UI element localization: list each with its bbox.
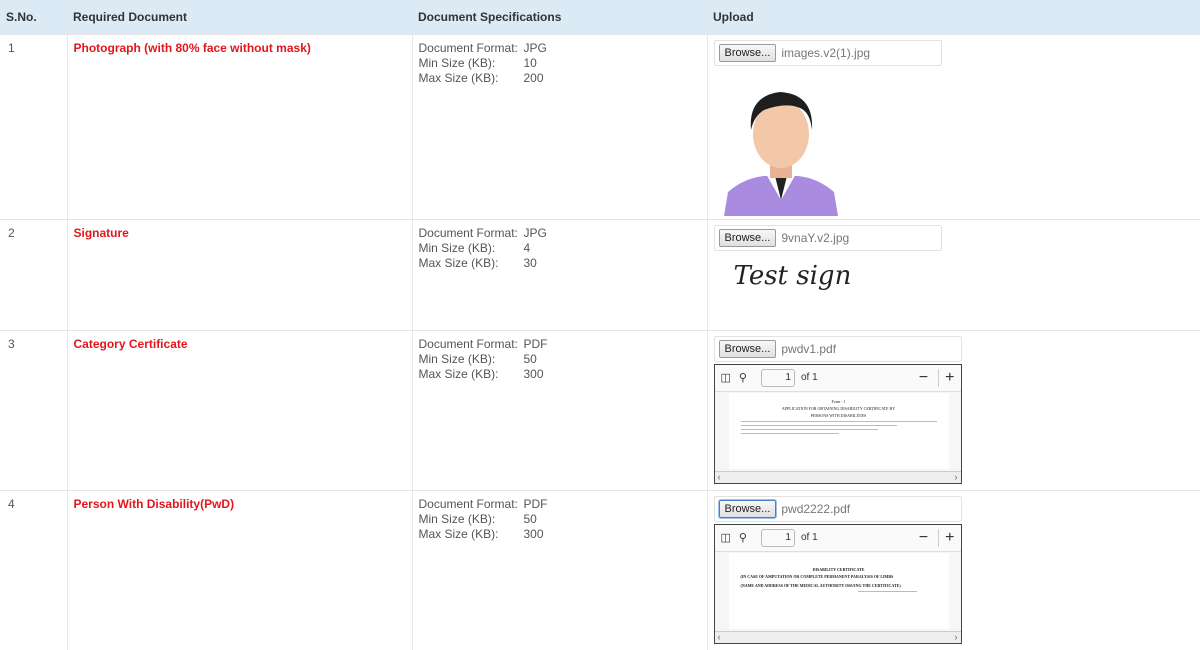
- row-sno: 4: [8, 497, 67, 511]
- header-sno: S.No.: [0, 0, 67, 34]
- header-required-document: Required Document: [67, 0, 412, 34]
- required-document-name: Person With Disability(PwD): [74, 497, 412, 511]
- table-row: 2 Signature Document Format:JPG Min Size…: [0, 219, 1200, 330]
- spec-format-label: Document Format:: [419, 226, 524, 241]
- required-document-name: Photograph (with 80% face without mask): [74, 41, 412, 55]
- spec-format-label: Document Format:: [419, 41, 524, 56]
- scroll-left-icon[interactable]: ‹: [718, 472, 721, 482]
- file-input-photograph[interactable]: Browse... images.v2(1).jpg: [714, 40, 942, 66]
- header-document-specifications: Document Specifications: [412, 0, 707, 34]
- header-upload: Upload: [707, 0, 1200, 34]
- spec-min-label: Min Size (KB):: [419, 56, 524, 71]
- signature-text: Test sign: [734, 261, 852, 291]
- horizontal-scrollbar[interactable]: ‹›: [715, 471, 961, 483]
- spec-max-label: Max Size (KB):: [419, 367, 524, 382]
- search-icon[interactable]: ⚲: [739, 531, 747, 544]
- zoom-in-button[interactable]: +: [938, 369, 954, 387]
- spec-format-value: JPG: [524, 41, 547, 56]
- pdf-viewer[interactable]: ◫ ⚲ 1 of 1 − + Form - 1 APPLICATION FOR …: [714, 364, 962, 484]
- signature-preview: Test sign: [734, 261, 1200, 291]
- selected-file-name: 9vnaY.v2.jpg: [781, 231, 849, 245]
- spec-max-value: 300: [524, 367, 544, 382]
- selected-file-name: images.v2(1).jpg: [781, 46, 870, 60]
- table-header: S.No. Required Document Document Specifi…: [0, 0, 1200, 34]
- page-count: of 1: [801, 532, 818, 543]
- pdf-text-line: APPLICATION FOR OBTAINING DISABILITY CER…: [741, 406, 937, 411]
- photograph-preview: [714, 72, 848, 216]
- table-row: 1 Photograph (with 80% face without mask…: [0, 34, 1200, 219]
- row-sno: 2: [8, 226, 67, 240]
- file-input-pwd[interactable]: Browse... pwd2222.pdf: [714, 496, 962, 522]
- browse-button[interactable]: Browse...: [719, 500, 777, 518]
- documents-table: S.No. Required Document Document Specifi…: [0, 0, 1200, 650]
- browse-button[interactable]: Browse...: [719, 229, 777, 247]
- spec-max-value: 300: [524, 527, 544, 542]
- browse-button[interactable]: Browse...: [719, 340, 777, 358]
- scroll-right-icon[interactable]: ›: [955, 472, 958, 482]
- file-input-category-certificate[interactable]: Browse... pwdv1.pdf: [714, 336, 962, 362]
- spec-format-value: PDF: [524, 497, 548, 512]
- search-icon[interactable]: ⚲: [739, 371, 747, 384]
- pdf-text-line: PERSONS WITH DISABILITIES: [741, 413, 937, 418]
- spec-format-label: Document Format:: [419, 497, 524, 512]
- row-sno: 3: [8, 337, 67, 351]
- spec-min-value: 10: [524, 56, 537, 71]
- selected-file-name: pwdv1.pdf: [781, 342, 836, 356]
- pdf-text-line: (NAME AND ADDRESS OF THE MEDICAL AUTHORI…: [741, 583, 937, 588]
- file-input-signature[interactable]: Browse... 9vnaY.v2.jpg: [714, 225, 942, 251]
- pdf-heading: DISABILITY CERTIFICATE: [741, 567, 937, 572]
- spec-min-label: Min Size (KB):: [419, 512, 524, 527]
- zoom-out-button[interactable]: −: [919, 369, 928, 387]
- pdf-viewer[interactable]: ◫ ⚲ 1 of 1 − + DISABILITY CERTIFICATE (I…: [714, 524, 962, 644]
- spec-min-value: 50: [524, 512, 537, 527]
- table-row: 3 Category Certificate Document Format:P…: [0, 330, 1200, 490]
- document-specifications: Document Format:PDF Min Size (KB):50 Max…: [419, 337, 707, 382]
- selected-file-name: pwd2222.pdf: [781, 502, 850, 516]
- spec-max-label: Max Size (KB):: [419, 527, 524, 542]
- document-specifications: Document Format:PDF Min Size (KB):50 Max…: [419, 497, 707, 542]
- sidebar-toggle-icon[interactable]: ◫: [721, 531, 731, 544]
- pdf-page: DISABILITY CERTIFICATE (IN CASE OF AMPUT…: [729, 553, 949, 629]
- sidebar-toggle-icon[interactable]: ◫: [721, 371, 731, 384]
- spec-format-label: Document Format:: [419, 337, 524, 352]
- pdf-heading: Form - 1: [741, 399, 937, 404]
- document-specifications: Document Format:JPG Min Size (KB):4 Max …: [419, 226, 707, 271]
- zoom-in-button[interactable]: +: [938, 529, 954, 547]
- spec-format-value: JPG: [524, 226, 547, 241]
- browse-button[interactable]: Browse...: [719, 44, 777, 62]
- pdf-text-line: (IN CASE OF AMPUTATION OR COMPLETE PERMA…: [741, 574, 937, 579]
- spec-min-label: Min Size (KB):: [419, 241, 524, 256]
- page-number-input[interactable]: 1: [761, 369, 795, 387]
- spec-max-value: 200: [524, 71, 544, 86]
- row-sno: 1: [8, 41, 67, 55]
- spec-min-value: 50: [524, 352, 537, 367]
- spec-max-label: Max Size (KB):: [419, 256, 524, 271]
- spec-min-label: Min Size (KB):: [419, 352, 524, 367]
- spec-max-value: 30: [524, 256, 537, 271]
- spec-format-value: PDF: [524, 337, 548, 352]
- zoom-out-button[interactable]: −: [919, 529, 928, 547]
- spec-min-value: 4: [524, 241, 531, 256]
- pdf-toolbar: ◫ ⚲ 1 of 1 − +: [715, 525, 961, 552]
- table-row: 4 Person With Disability(PwD) Document F…: [0, 490, 1200, 650]
- required-document-name: Signature: [74, 226, 412, 240]
- document-specifications: Document Format:JPG Min Size (KB):10 Max…: [419, 41, 707, 86]
- spec-max-label: Max Size (KB):: [419, 71, 524, 86]
- pdf-page: Form - 1 APPLICATION FOR OBTAINING DISAB…: [729, 393, 949, 469]
- page-number-input[interactable]: 1: [761, 529, 795, 547]
- required-document-name: Category Certificate: [74, 337, 412, 351]
- pdf-toolbar: ◫ ⚲ 1 of 1 − +: [715, 365, 961, 392]
- page-count: of 1: [801, 372, 818, 383]
